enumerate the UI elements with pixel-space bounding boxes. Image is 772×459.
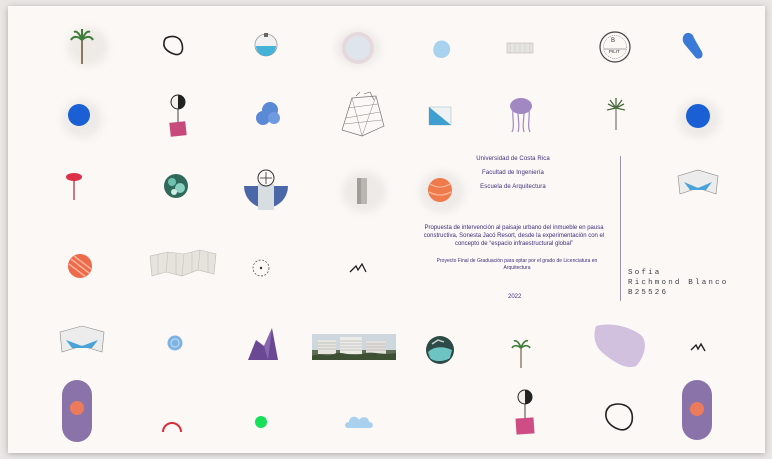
cloud-icon [345,416,373,428]
green-dot-icon [255,416,267,428]
outline-blob-icon [605,403,634,431]
bird-icon [690,342,706,352]
building-dome-icon [244,169,288,210]
purple-shape-icon [594,324,645,368]
small-palm-icon [511,339,531,368]
striped-ball-icon [68,254,92,278]
small-palm-icon [606,98,626,130]
project-subtitle: Proyecto Final de Graduación para optar … [436,258,598,271]
author-last-name: Richmond Blanco [628,279,729,287]
sky-blob-icon [167,335,183,351]
divider-line [620,156,621,301]
thesis-cover-page: B PILIT Universidad de Costa Rica Facult… [8,6,765,453]
water-card-icon [428,106,452,126]
author-first-name: Sofia [628,269,662,277]
school-name: Escuela de Arquitectura [480,184,546,190]
sketch-building-icon [341,91,385,137]
sky-blob-icon [433,40,451,58]
glass-bowl-icon [254,33,278,57]
flower-icon [349,262,367,273]
blue-cloud-icon [256,102,280,125]
author-student-id: B25526 [628,289,669,297]
folded-box-icon [59,325,105,353]
mosaic-circle-icon [164,174,188,198]
red-arc-icon [162,422,182,433]
resort-photo-icon [312,334,396,360]
pool-circle-icon [426,336,454,364]
parasol-icon [169,94,187,137]
palm-tree-icon [70,29,94,64]
purple-capsule-icon [62,380,92,442]
project-title: Propuesta de intervención al paisaje urb… [423,225,605,247]
white-arch-icon [506,42,534,54]
folded-box-icon [677,169,719,195]
blue-dot-icon [686,104,710,128]
red-mushroom-icon [66,173,82,200]
university-name: Universidad de Costa Rica [476,156,550,162]
blue-dot-icon [68,104,90,126]
orange-ball-icon [428,178,452,202]
project-year: 2022 [508,294,522,300]
jellyfish-icon [510,98,532,133]
white-wall-icon [149,249,217,277]
concrete-column-icon [357,178,367,204]
stamp-icon [599,31,631,63]
blue-shoe-icon [682,32,703,59]
pale-circle-icon [342,32,374,64]
stamp-letter-top: B [611,38,616,44]
faculty-name: Facultad de Ingeniería [482,170,544,176]
crosshair-icon [252,259,270,277]
purple-tent-icon [248,328,278,360]
purple-capsule-icon [682,380,712,440]
parasol-icon [515,389,535,435]
outline-blob-icon [163,35,184,56]
stamp-letter-bottom: PILIT [609,49,620,54]
